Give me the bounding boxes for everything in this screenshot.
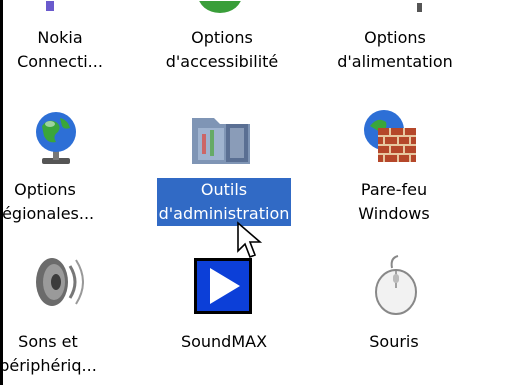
cpl-item-nokia[interactable]: Nokia Connecti... (0, 26, 140, 74)
item-label: Souris (369, 332, 419, 351)
cpl-item-regional[interactable]: Options régionales... (0, 178, 125, 226)
item-label: Sons et périphériq... (0, 332, 97, 375)
power-options-icon (410, 0, 430, 12)
item-label: Options d'alimentation (337, 28, 453, 71)
cpl-item-accessibility[interactable]: Options d'accessibilité (142, 26, 302, 74)
speaker-icon[interactable] (30, 250, 84, 314)
cpl-item-firewall[interactable]: Pare-feu Windows (314, 178, 474, 226)
item-label-selected: Outils d'administration (156, 178, 292, 226)
cpl-item-admin-tools[interactable]: Outils d'administration (144, 178, 304, 226)
item-label: Pare-feu Windows (358, 180, 430, 223)
soundmax-play-icon[interactable] (194, 258, 252, 314)
item-label: Nokia Connecti... (17, 28, 103, 71)
firewall-icon[interactable] (358, 106, 420, 168)
item-label: SoundMAX (180, 332, 268, 351)
cpl-item-power[interactable]: Options d'alimentation (315, 26, 475, 74)
globe-icon[interactable] (28, 108, 84, 168)
item-label: Options régionales... (0, 180, 95, 223)
cpl-item-soundmax[interactable]: SoundMAX (144, 330, 304, 354)
item-label: Options d'accessibilité (165, 28, 279, 71)
cpl-item-mouse[interactable]: Souris (314, 330, 474, 354)
cpl-item-sounds[interactable]: Sons et périphériq... (0, 330, 128, 378)
nokia-icon (40, 0, 60, 14)
admin-tools-icon[interactable] (188, 110, 260, 168)
mouse-icon[interactable] (368, 252, 424, 316)
mouse-pointer-icon (236, 221, 266, 261)
accessibility-icon (195, 0, 245, 14)
